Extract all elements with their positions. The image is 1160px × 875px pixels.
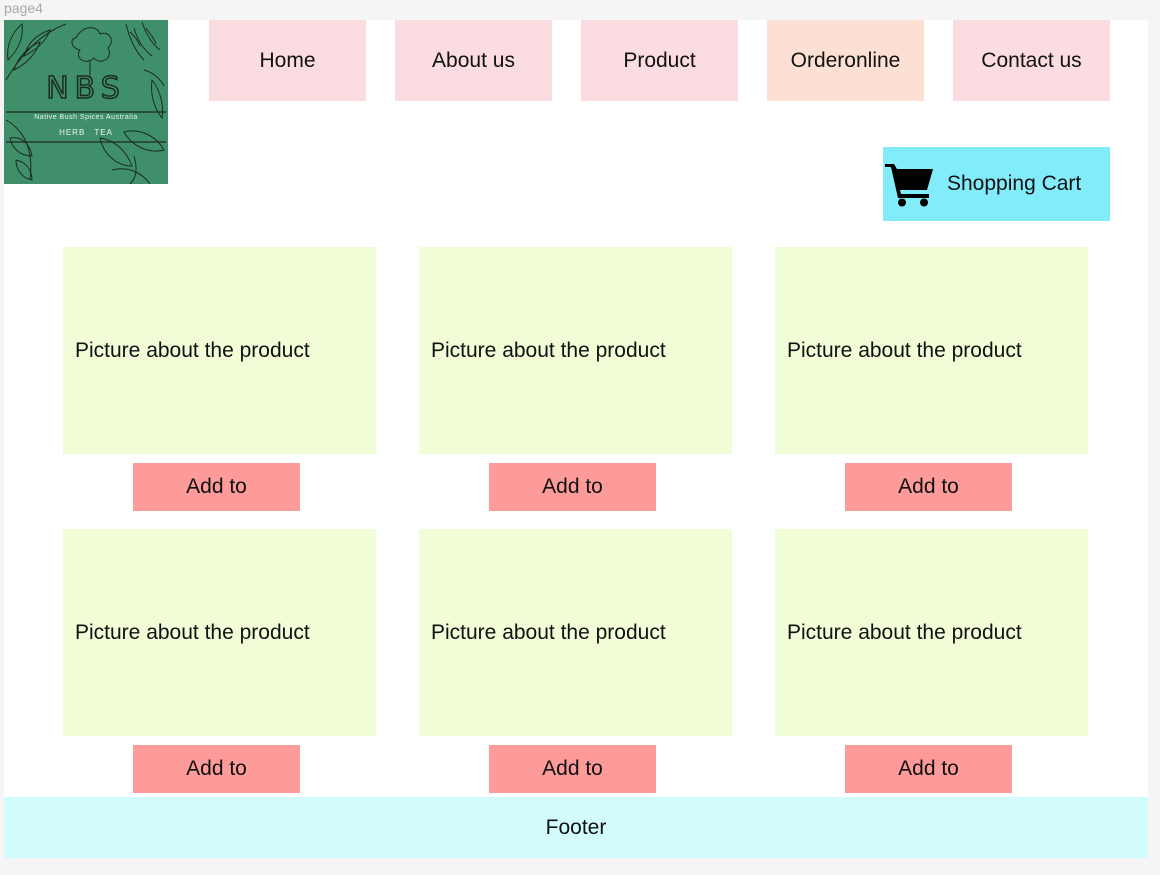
product-picture-label: Picture about the product bbox=[75, 338, 310, 362]
product-picture-4[interactable]: Picture about the product bbox=[63, 529, 376, 736]
product-picture-3[interactable]: Picture about the product bbox=[775, 247, 1088, 454]
add-to-button-4[interactable]: Add to bbox=[133, 745, 300, 793]
product-picture-6[interactable]: Picture about the product bbox=[775, 529, 1088, 736]
product-picture-5[interactable]: Picture about the product bbox=[419, 529, 732, 736]
nav-orderonline[interactable]: Orderonline bbox=[767, 20, 924, 101]
product-picture-1[interactable]: Picture about the product bbox=[63, 247, 376, 454]
logo-subtitle: HERB TEA bbox=[59, 128, 113, 137]
frame-label: page4 bbox=[4, 0, 43, 16]
nav-about-us[interactable]: About us bbox=[395, 20, 552, 101]
logo[interactable]: NBS Native Bush Spices Australia HERB TE… bbox=[4, 20, 168, 184]
product-picture-label: Picture about the product bbox=[75, 620, 310, 644]
page-frame: NBS Native Bush Spices Australia HERB TE… bbox=[4, 20, 1148, 858]
shopping-cart-icon bbox=[885, 164, 933, 207]
add-to-button-1[interactable]: Add to bbox=[133, 463, 300, 511]
nav-home[interactable]: Home bbox=[209, 20, 366, 101]
logo-tagline: Native Bush Spices Australia bbox=[34, 114, 138, 121]
product-picture-label: Picture about the product bbox=[431, 338, 666, 362]
logo-brand: NBS bbox=[45, 71, 126, 106]
add-to-button-5[interactable]: Add to bbox=[489, 745, 656, 793]
add-to-button-2[interactable]: Add to bbox=[489, 463, 656, 511]
add-to-button-6[interactable]: Add to bbox=[845, 745, 1012, 793]
footer: Footer bbox=[4, 797, 1148, 858]
product-picture-label: Picture about the product bbox=[787, 338, 1022, 362]
nav-contact-us[interactable]: Contact us bbox=[953, 20, 1110, 101]
shopping-cart-label: Shopping Cart bbox=[947, 172, 1082, 195]
product-picture-label: Picture about the product bbox=[787, 620, 1022, 644]
shopping-cart-button[interactable]: Shopping Cart bbox=[883, 147, 1110, 221]
product-picture-2[interactable]: Picture about the product bbox=[419, 247, 732, 454]
nav-product[interactable]: Product bbox=[581, 20, 738, 101]
add-to-button-3[interactable]: Add to bbox=[845, 463, 1012, 511]
product-picture-label: Picture about the product bbox=[431, 620, 666, 644]
